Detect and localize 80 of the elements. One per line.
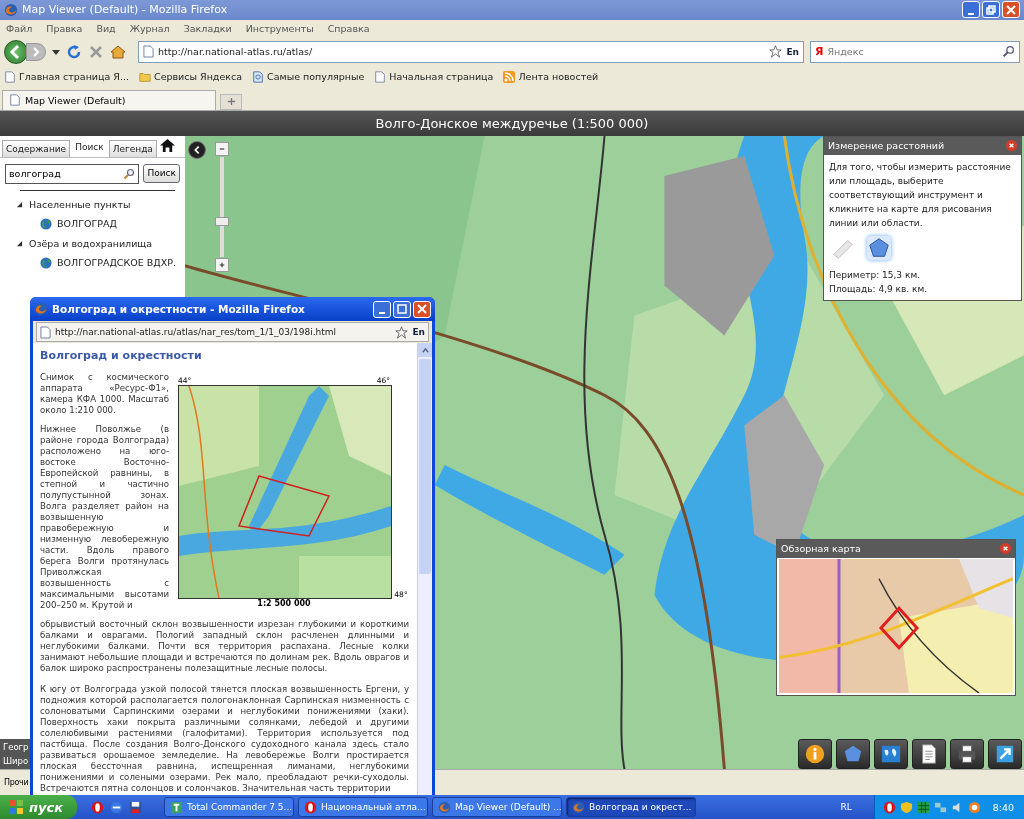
folder-icon <box>139 70 151 83</box>
search-engine-logo[interactable]: Я <box>815 45 824 59</box>
status-text: Прочи <box>4 778 29 787</box>
firefox-icon <box>438 800 451 814</box>
firefox-icon <box>34 302 48 316</box>
firefox-icon <box>4 3 18 17</box>
group-label[interactable]: Озёра и водохранилища <box>29 237 153 249</box>
menu-item[interactable]: Файл <box>6 23 33 35</box>
page-icon <box>374 70 387 83</box>
page-icon <box>4 70 16 83</box>
rss-icon <box>503 70 516 83</box>
browser-tab[interactable]: Map Viewer (Default) <box>2 89 216 110</box>
back-button[interactable] <box>4 39 28 64</box>
article-paragraph: Снимок с космического аппарата «Ресурс-Ф1», камера КФА 1000. Масштаб около 1:210 000. <box>40 372 169 416</box>
taskbar-button[interactable]: Национальный атла... <box>298 797 428 817</box>
expanded-arrow-icon[interactable] <box>16 239 23 247</box>
info-label: Геогр <box>3 742 29 753</box>
menu-item[interactable]: Инструменты <box>245 23 314 35</box>
bookmark-link[interactable]: Главная страница Я... <box>19 71 129 83</box>
panel-tab[interactable]: Легенда <box>108 139 157 157</box>
close-icon <box>1006 5 1016 15</box>
info-label: Широ <box>3 756 29 767</box>
language-indicator[interactable]: En <box>786 46 799 57</box>
result-link[interactable]: ВОЛГОГРАДСКОЕ ВДХР. <box>57 257 176 269</box>
address-bar[interactable]: http://nar.national-atlas.ru/atlas/ En <box>138 40 804 63</box>
app-icon <box>170 800 183 814</box>
ring-icon[interactable] <box>967 800 981 814</box>
star-icon[interactable] <box>769 45 783 59</box>
home-icon[interactable] <box>159 137 175 153</box>
bookmark-link[interactable]: Самые популярные <box>267 71 365 83</box>
caret-icon[interactable] <box>52 47 60 56</box>
globe-icon <box>40 256 52 269</box>
close-button[interactable] <box>1002 1 1020 19</box>
menu-item[interactable]: Журнал <box>129 23 170 35</box>
page-icon <box>143 45 154 59</box>
search-box[interactable]: волгоград <box>5 163 140 184</box>
panel-tab[interactable]: Содержание <box>2 139 71 157</box>
new-tab-button[interactable] <box>220 93 242 110</box>
forward-button[interactable] <box>26 42 46 61</box>
language-indicator[interactable]: RL <box>822 802 870 812</box>
search-icon[interactable] <box>1002 45 1015 59</box>
search-box[interactable]: Я Яндекс <box>810 40 1020 63</box>
page-icon <box>9 94 21 107</box>
bookmark-link[interactable]: Лента новостей <box>518 71 599 83</box>
page-icon <box>40 325 51 339</box>
reload-icon[interactable] <box>66 43 82 60</box>
plus-icon <box>226 97 236 107</box>
result-link[interactable]: ВОЛГОГРАД <box>57 218 117 230</box>
minimize-icon <box>968 13 974 15</box>
opera-icon[interactable] <box>91 800 104 814</box>
taskbar-button[interactable]: Map Viewer (Default) ... <box>432 797 562 817</box>
search-icon[interactable] <box>123 167 136 180</box>
menu-item[interactable]: Правка <box>46 23 83 35</box>
article-paragraph: Нижнее Поволжье (в районе города Волгограда) расположено на юго-востоке Восточно-Европейской равнины, в степной и частично полупустынной зонах. Волга разделяет район на возвышенную правобережную и низменную левобережную части. Вдоль правого берега Волги протянулась Приволжская возвышенность с максимальными высотами 200–250 м. Крутой и <box>40 424 169 611</box>
address-field[interactable]: http://nar.national-atlas.ru/atlas/ <box>158 46 766 58</box>
window-title: Map Viewer (Default) - Mozilla Firefox <box>22 3 228 17</box>
menu-item[interactable]: Закладки <box>183 23 232 35</box>
restore-button[interactable] <box>982 1 1000 19</box>
page-icon <box>252 70 265 83</box>
search-button[interactable]: Поиск <box>143 163 180 183</box>
article-heading: Волгоград и окрестности <box>40 349 203 362</box>
windows-logo-icon <box>8 799 24 815</box>
opera-icon[interactable] <box>882 800 896 814</box>
taskbar-button[interactable]: Total Commander 7.5... <box>164 797 294 817</box>
taskbar-button[interactable]: Волгоград и окрест... <box>566 797 696 817</box>
globe-icon <box>40 217 52 230</box>
firefox-icon <box>572 800 585 814</box>
minimize-button[interactable] <box>962 1 980 19</box>
group-label[interactable]: Населенные пункты <box>29 198 131 210</box>
floppy-icon[interactable] <box>129 800 142 814</box>
start-button[interactable]: пуск <box>0 795 77 819</box>
menu-item[interactable]: Справка <box>327 23 370 35</box>
menu-item[interactable]: Вид <box>96 23 116 35</box>
opera-icon <box>304 800 317 814</box>
map-title: Волго-Донское междуречье (1:500 000) <box>375 115 649 131</box>
clock: 8:40 <box>992 801 1014 813</box>
bookmark-link[interactable]: Сервисы Яндекса <box>154 71 243 83</box>
restore-icon <box>986 5 996 15</box>
expanded-arrow-icon[interactable] <box>16 200 23 208</box>
bookmark-link[interactable]: Начальная страница <box>389 71 494 83</box>
